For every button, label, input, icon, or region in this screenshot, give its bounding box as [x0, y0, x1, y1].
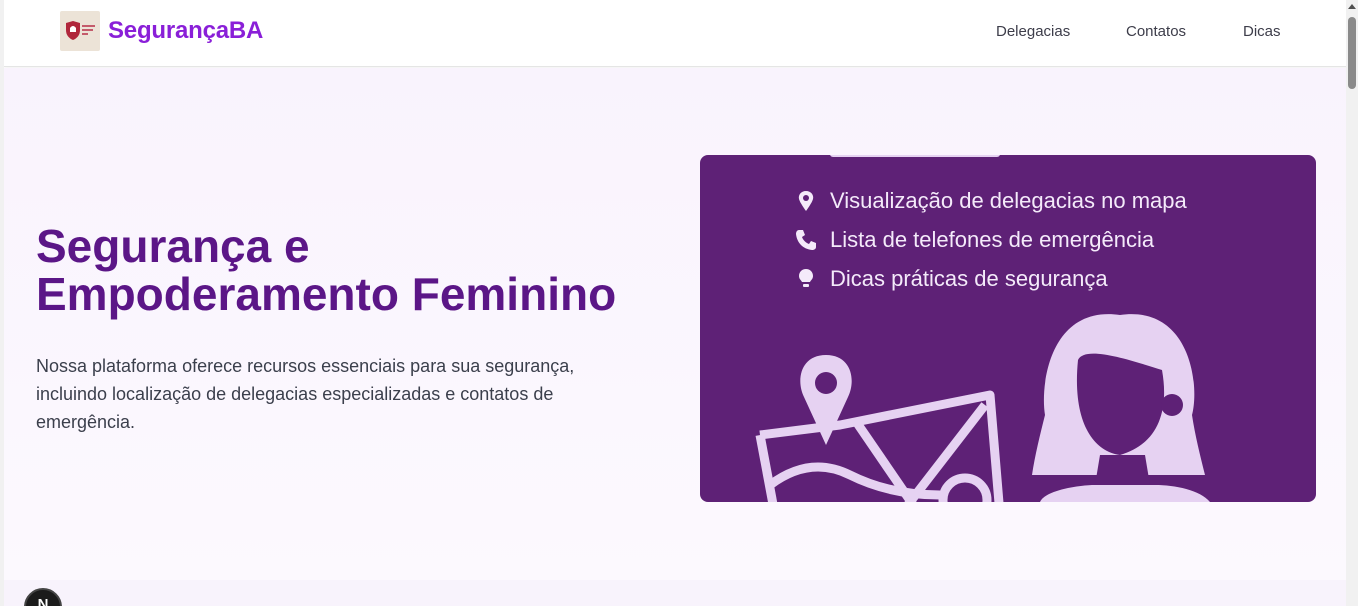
nav-contatos[interactable]: Contatos [1126, 23, 1186, 40]
scroll-up-arrow-icon[interactable] [1348, 3, 1356, 11]
hero-illustration: Visualização de delegacias no mapa Lista… [700, 155, 1316, 502]
hero-description: Nossa plataforma oferece recursos essenc… [36, 356, 575, 432]
lightbulb-icon [794, 267, 818, 291]
feature-phone: Lista de telefones de emergência [794, 227, 1154, 253]
feature-tips-label: Dicas práticas de segurança [830, 266, 1108, 291]
feature-map-label: Visualização de delegacias no mapa [830, 188, 1187, 213]
feature-phone-label: Lista de telefones de emergência [830, 227, 1155, 252]
shield-logo-icon [66, 21, 95, 40]
page: SegurançaBA Delegacias Contatos Dicas Se… [0, 0, 1358, 606]
nav-delegacias[interactable]: Delegacias [996, 23, 1070, 40]
woman-silhouette-art [1032, 314, 1210, 502]
logo-image[interactable] [60, 11, 100, 51]
brand-title[interactable]: SegurançaBA [108, 17, 263, 45]
nav-dicas[interactable]: Dicas [1243, 23, 1281, 40]
feature-tips: Dicas práticas de segurança [794, 266, 1108, 292]
feature-map: Visualização de delegacias no mapa [794, 188, 1187, 214]
scrollbar[interactable] [1346, 0, 1358, 606]
map-pin-icon [794, 189, 818, 213]
hero-title: Segurança e Empoderamento Feminino [36, 220, 617, 320]
next-section [4, 580, 1350, 606]
hero-section: Segurança e Empoderamento Feminino Nossa… [4, 68, 1350, 580]
phone-icon [794, 228, 818, 252]
scrollbar-thumb[interactable] [1348, 17, 1356, 89]
site-header: SegurançaBA Delegacias Contatos Dicas [4, 0, 1350, 67]
